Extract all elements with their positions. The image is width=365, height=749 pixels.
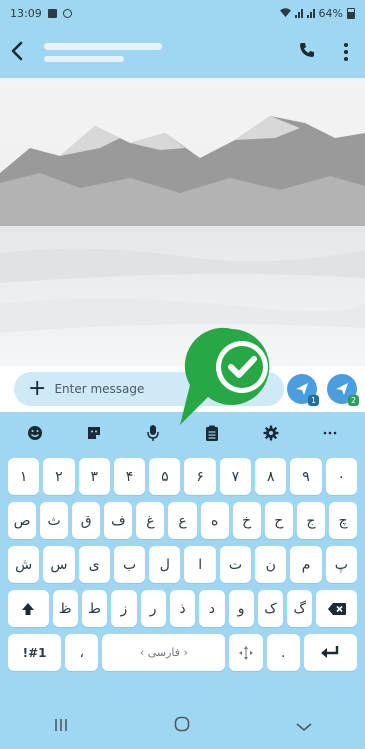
sim1-badge: 1 [308, 395, 319, 406]
key-row-numbers: ١ ٢ ٣ ۴ ۵ ۶ ٧ ٨ ٩ ٠ [8, 458, 357, 495]
battery-percent: 64% [318, 6, 343, 20]
key[interactable]: م [290, 546, 322, 583]
mountain-wallpaper [0, 78, 365, 366]
key[interactable]: ١ [8, 458, 40, 495]
key[interactable]: ذ [169, 590, 196, 627]
key[interactable]: ۵ [149, 458, 181, 495]
backspace-icon[interactable] [316, 590, 358, 627]
message-composer: + Enter message 1 2 [0, 366, 365, 412]
message-input[interactable]: + Enter message [14, 372, 284, 406]
key[interactable]: ل [149, 546, 181, 583]
key-row-4: ظ ط ز ر ذ د و ک گ [8, 590, 358, 627]
message-placeholder: Enter message [54, 382, 145, 396]
symbols-key[interactable]: !#1 [8, 634, 62, 671]
key-row-2: ص ث ق ف غ ع ه خ ح ج چ [8, 502, 358, 539]
sticker-icon[interactable] [79, 418, 109, 448]
mic-icon[interactable] [138, 418, 168, 448]
clipboard-icon[interactable] [197, 418, 227, 448]
send-icon [336, 383, 348, 395]
phone-icon[interactable] [299, 42, 315, 62]
key[interactable]: ی [78, 546, 110, 583]
comma-key[interactable]: ، [65, 634, 99, 671]
key[interactable]: ٩ [290, 458, 322, 495]
status-time: 13:09 [10, 6, 42, 20]
key[interactable]: ح [264, 502, 293, 539]
key[interactable]: س [43, 546, 75, 583]
signal-icon [306, 8, 315, 18]
key[interactable]: ۴ [113, 458, 146, 495]
key[interactable]: ٣ [78, 458, 110, 495]
status-right: 64% [279, 6, 355, 20]
key[interactable]: ط [81, 590, 108, 627]
key[interactable]: ش [8, 546, 40, 583]
key[interactable]: ع [168, 502, 197, 539]
app-bar [0, 26, 365, 78]
recent-apps-icon[interactable] [53, 716, 69, 737]
key[interactable]: غ [136, 502, 165, 539]
key-row-3: ش س ی ب ل ا ت ن م پ [8, 546, 357, 583]
sim2-badge: 2 [348, 395, 359, 406]
key[interactable]: ز [111, 590, 137, 627]
battery-icon [347, 7, 355, 19]
key[interactable]: ٠ [325, 458, 357, 495]
shift-arrow-icon[interactable] [8, 590, 49, 627]
plus-icon[interactable]: + [28, 378, 46, 400]
key[interactable]: ک [257, 590, 284, 627]
key[interactable]: و [228, 590, 254, 627]
home-icon[interactable] [174, 716, 190, 737]
contact-name-redacted [44, 42, 162, 50]
key-rows: ١ ٢ ٣ ۴ ۵ ۶ ٧ ٨ ٩ ٠ ص ث ق ف غ ع ه خ ح ج … [8, 458, 358, 678]
key[interactable]: ٢ [43, 458, 75, 495]
key[interactable]: چ [328, 502, 358, 539]
keyboard: ١ ٢ ٣ ۴ ۵ ۶ ٧ ٨ ٩ ٠ ص ث ق ف غ ع ه خ ح ج … [0, 412, 365, 749]
enter-icon[interactable] [303, 634, 357, 671]
key[interactable]: ث [40, 502, 69, 539]
emoji-icon[interactable] [20, 418, 50, 448]
send-icon [296, 383, 308, 395]
settings-icon[interactable] [256, 418, 286, 448]
key[interactable]: ف [104, 502, 133, 539]
status-left: 13:09 [10, 7, 72, 20]
key[interactable]: ن [255, 546, 287, 583]
signal-icon [294, 8, 303, 18]
key[interactable]: ت [219, 546, 252, 583]
contact-number-redacted [44, 55, 124, 62]
key[interactable]: ظ [52, 590, 78, 627]
send-sim1-button[interactable]: 1 [287, 374, 319, 406]
key[interactable]: خ [232, 502, 261, 539]
key[interactable]: پ [325, 546, 357, 583]
key[interactable]: ه [200, 502, 229, 539]
space-key-label: ‹ فارسی › [139, 646, 188, 659]
cursor-move-icon[interactable] [229, 634, 263, 671]
key[interactable]: ص [8, 502, 37, 539]
key[interactable]: د [199, 590, 225, 627]
send-sim2-button[interactable]: 2 [327, 374, 359, 406]
keyboard-toolbar [0, 412, 365, 454]
space-key[interactable]: ‹ فارسی › [102, 634, 226, 671]
key[interactable]: ب [113, 546, 146, 583]
key[interactable]: ا [184, 546, 216, 583]
wifi-icon [279, 7, 291, 20]
key-row-bottom: !#1 ، ‹ فارسی › . [8, 634, 357, 671]
period-key[interactable]: . [266, 634, 300, 671]
key[interactable]: ج [296, 502, 325, 539]
key[interactable]: ۶ [184, 458, 216, 495]
chat-wallpaper [0, 78, 365, 366]
more-horizontal-icon[interactable] [315, 418, 345, 448]
back-arrow-icon[interactable] [10, 38, 36, 66]
navigation-bar [0, 704, 365, 749]
key[interactable]: ٨ [255, 458, 287, 495]
key[interactable]: گ [287, 590, 313, 627]
notification-icon [62, 8, 72, 18]
status-bar: 13:09 64% [0, 0, 365, 26]
more-vertical-icon[interactable] [337, 43, 355, 61]
key[interactable]: ق [72, 502, 101, 539]
contact-info[interactable] [44, 42, 162, 62]
notification-icon [47, 8, 57, 18]
key[interactable]: ر [140, 590, 166, 627]
back-chevron-icon[interactable] [296, 716, 312, 737]
key[interactable]: ٧ [219, 458, 252, 495]
